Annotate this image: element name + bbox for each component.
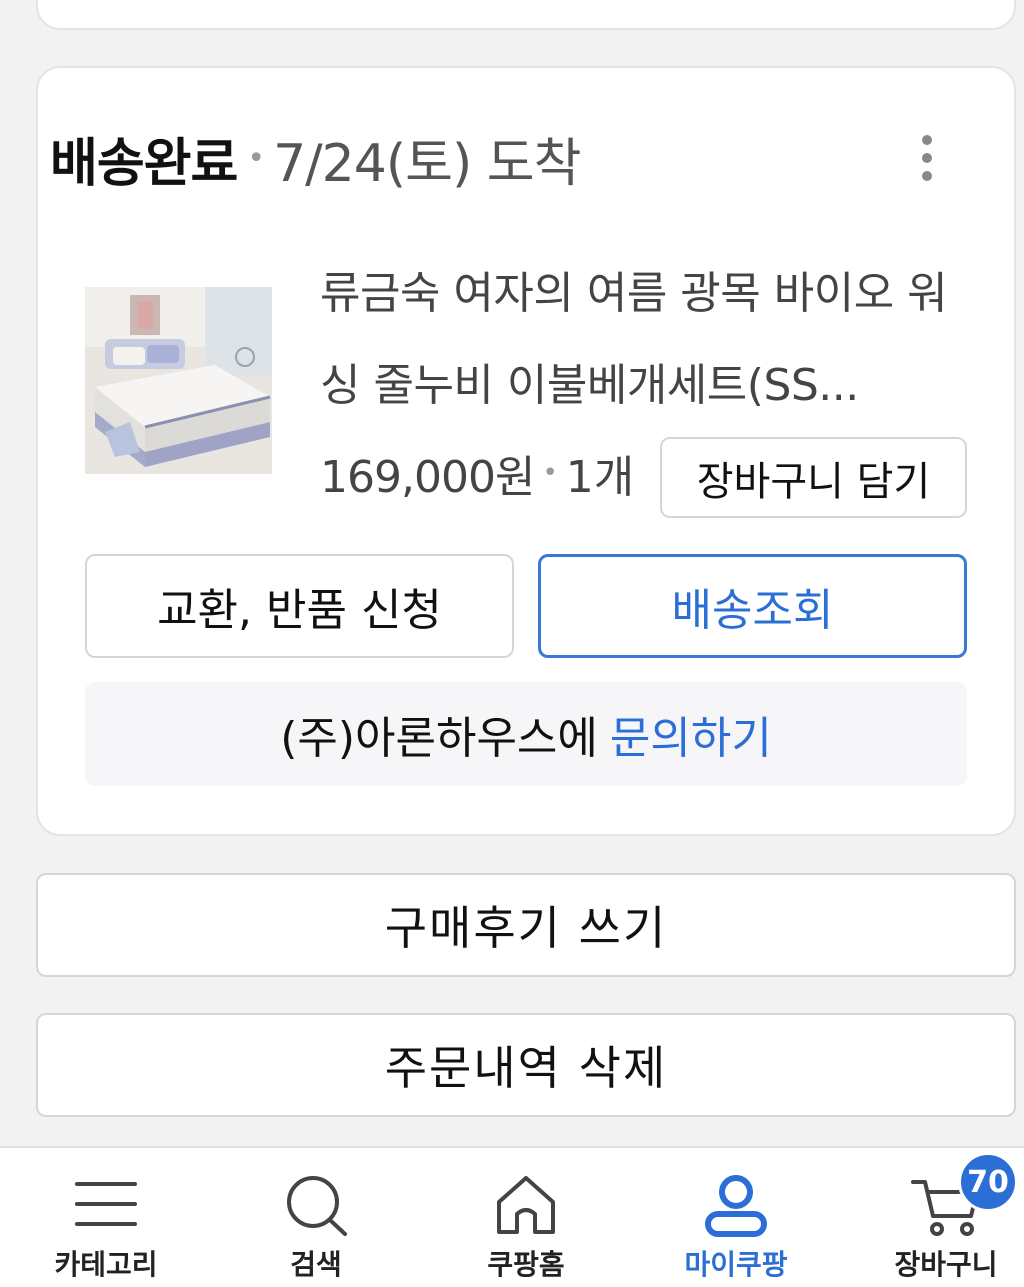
previous-order-card <box>36 0 1016 30</box>
exchange-return-button[interactable]: 교환, 반품 신청 <box>85 554 514 658</box>
bottom-navigation: 카테고리 검색 쿠팡홈 마이쿠팡 장바구니 <box>0 1146 1024 1287</box>
add-to-cart-button[interactable]: 장바구니 담기 <box>660 437 967 518</box>
dot <box>922 171 932 181</box>
nav-item-my-coupang[interactable]: 마이쿠팡 <box>636 1148 836 1287</box>
track-delivery-button[interactable]: 배송조회 <box>538 554 967 658</box>
nav-item-search[interactable]: 검색 <box>216 1148 416 1287</box>
dot <box>922 135 932 145</box>
nav-label-cart: 장바구니 <box>894 1248 998 1281</box>
menu-icon <box>75 1182 137 1226</box>
nav-label-category: 카테고리 <box>54 1248 158 1281</box>
product-thumbnail[interactable] <box>85 287 272 474</box>
home-icon <box>497 1176 555 1234</box>
separator-dot: • <box>247 140 266 176</box>
nav-item-category[interactable]: 카테고리 <box>6 1148 206 1287</box>
write-review-button[interactable]: 구매후기 쓰기 <box>36 873 1016 977</box>
search-icon <box>287 1176 347 1236</box>
delete-order-button[interactable]: 주문내역 삭제 <box>36 1013 1016 1117</box>
price-quantity-row: 169,000원 • 1개 <box>320 440 634 506</box>
dot <box>922 153 932 163</box>
order-status-header: 배송완료 • 7/24(토) 도착 <box>50 118 581 198</box>
cart-count-badge: 70 <box>958 1152 1018 1212</box>
product-quantity: 1개 <box>565 452 635 503</box>
separator-dot: • <box>542 458 558 488</box>
seller-inquiry-link[interactable]: 문의하기 <box>610 702 772 766</box>
nav-item-home[interactable]: 쿠팡홈 <box>426 1148 626 1287</box>
person-icon <box>705 1175 767 1237</box>
seller-inquiry-box: (주)아론하우스에 문의하기 <box>85 682 967 786</box>
bedding-image-icon <box>85 287 272 474</box>
nav-label-search: 검색 <box>290 1248 342 1281</box>
delivery-date: 7/24(토) 도착 <box>273 133 581 194</box>
product-name[interactable]: 류금숙 여자의 여름 광목 바이오 워싱 줄누비 이불베개세트(SS... <box>320 248 970 432</box>
seller-inquiry-prefix: (주)아론하우스에 <box>280 713 598 764</box>
nav-label-home: 쿠팡홈 <box>487 1248 565 1281</box>
more-options-icon[interactable] <box>905 126 949 190</box>
delivery-status: 배송완료 <box>50 133 238 194</box>
order-detail-page: 배송완료 • 7/24(토) 도착 류금숙 여자의 여름 광목 바이오 워싱 줄… <box>0 0 1024 1287</box>
product-price: 169,000원 <box>320 452 535 503</box>
nav-label-my-coupang: 마이쿠팡 <box>684 1248 788 1281</box>
